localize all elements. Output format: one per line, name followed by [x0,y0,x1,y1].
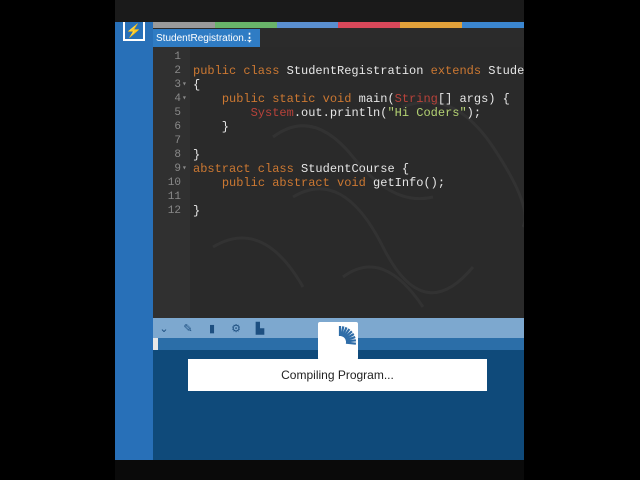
tab-bar: StudentRegistration... ⋮ [153,28,524,47]
loading-spinner-icon [318,322,358,360]
code-text: } [193,120,230,134]
line-number: 6 [174,121,181,133]
code-text: public class StudentRegistration extends… [193,64,524,78]
lightning-icon: ⚡ [125,22,143,38]
line-number: 4 [174,93,181,105]
clipboard-icon[interactable]: ▮ [205,321,219,335]
code-text: { [193,78,201,92]
line-number: 7 [174,135,181,147]
fold-arrow-icon[interactable]: ▾ [182,92,187,106]
tab-menu-icon[interactable]: ⋮ [244,31,255,44]
run-button[interactable]: ⚡ [123,22,145,41]
code-line: 5 System.out.println("Hi Coders"); [153,106,524,120]
code-line: 11 [153,190,524,204]
code-text: } [193,204,201,218]
compiling-dialog: Compiling Program... [188,359,487,391]
line-number: 3 [174,79,181,91]
code-line: 10 public abstract void getInfo(); [153,176,524,190]
line-number: 1 [174,51,181,63]
code-line: 1 [153,50,524,64]
code-line: 12} [153,204,524,218]
line-number: 12 [167,205,181,217]
code-editor[interactable]: 1 2 public class StudentRegistration exten… [153,47,524,318]
code-line: 4 ▾ public static void main(String[] args… [153,92,524,106]
status-message: Compiling Program... [281,368,394,382]
code-text: System.out.println("Hi Coders"); [250,106,482,120]
save-icon[interactable]: ▙ [253,321,267,335]
tab-title: StudentRegistration... [156,32,253,44]
fold-arrow-icon[interactable]: ▾ [182,78,187,92]
fold-arrow-icon[interactable]: ▾ [182,162,187,176]
bottom-bar [115,460,524,480]
tab-student-registration[interactable]: StudentRegistration... ⋮ [153,29,260,47]
line-number: 5 [174,107,181,119]
code-line: 3 ▾ { [153,78,524,92]
app-screen: ⚡ StudentRegistration... ⋮ 1 2 public clas… [115,0,524,460]
code-line: 6 } [153,120,524,134]
line-number: 11 [167,191,181,203]
spinner-ray [345,341,357,345]
console-marker [153,338,158,350]
line-number: 9 [174,163,181,175]
collapse-chevron-icon[interactable]: ⌄ [157,321,171,335]
code-line: 9 ▾ abstract class StudentCourse { [153,162,524,176]
code-text: abstract class StudentCourse { [193,162,410,176]
left-rail: ⚡ [115,22,153,460]
code-text: public abstract void getInfo(); [221,176,446,190]
settings-gear-icon[interactable]: ⚙ [229,321,243,335]
code-text: } [193,148,201,162]
spinner-ray [345,339,357,343]
top-bar [115,0,524,24]
line-number: 10 [167,177,181,189]
line-number: 2 [174,65,181,77]
code-text: public static void main(String[] args) { [221,92,510,106]
edit-pencil-icon[interactable]: ✎ [181,321,195,335]
code-line: 7 [153,134,524,148]
code-line: 2 public class StudentRegistration extend… [153,64,524,78]
line-number: 8 [174,149,181,161]
code-line: 8} [153,148,524,162]
